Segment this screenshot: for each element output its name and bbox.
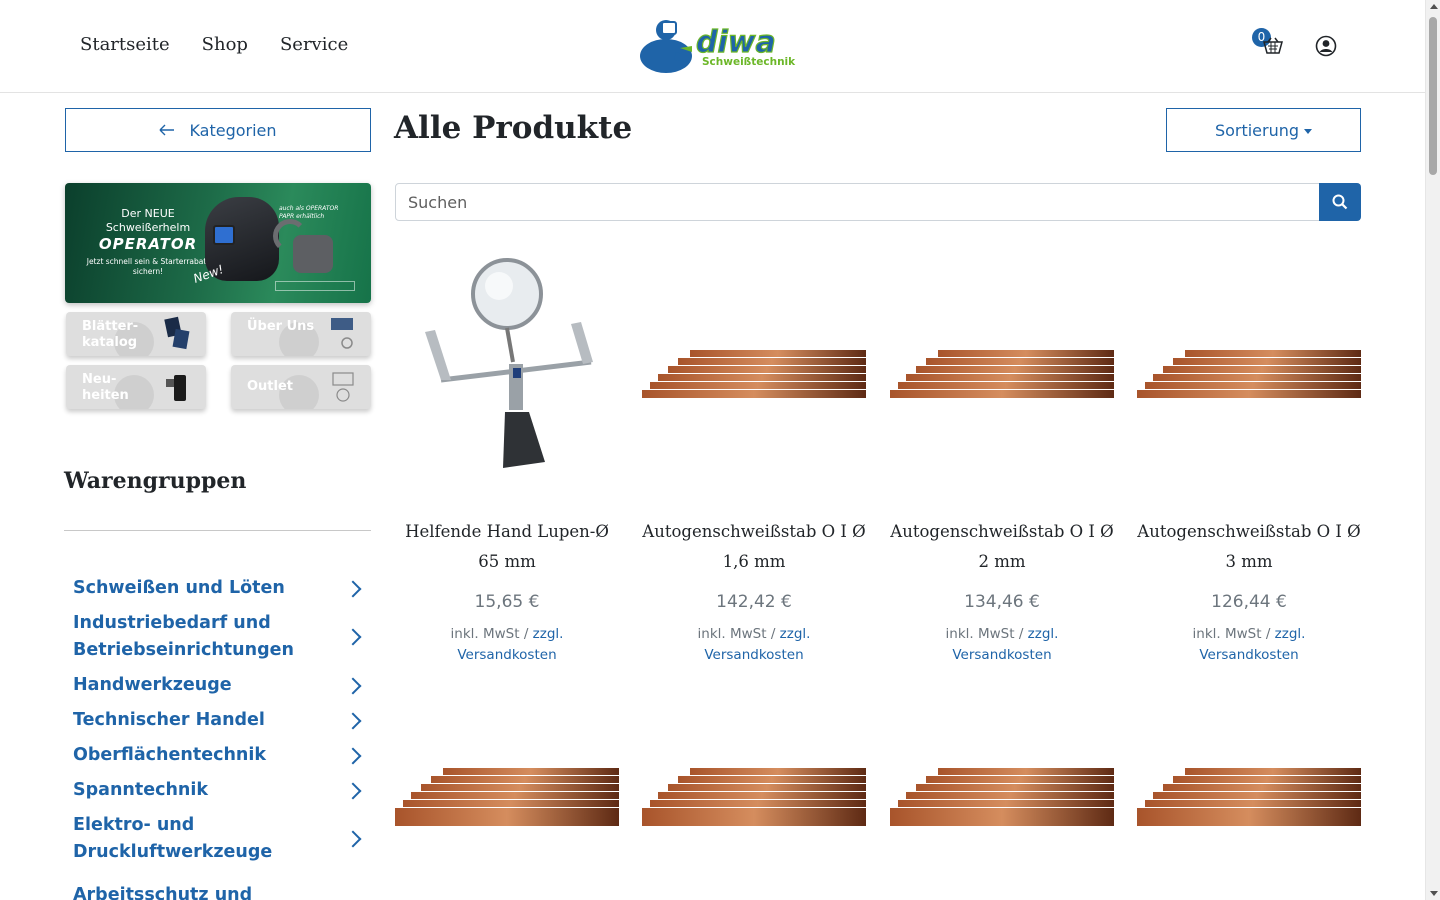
category-label: Schweißen und Löten <box>73 578 285 598</box>
category-item[interactable]: Oberflächentechnik <box>73 742 368 769</box>
copper-rods-image <box>642 350 866 398</box>
category-item[interactable]: Schweißen und Löten <box>73 575 368 602</box>
category-item[interactable]: Arbeitsschutz und <box>73 874 368 900</box>
copper-rods-image[interactable] <box>1137 768 1361 828</box>
copper-rods-image <box>1137 350 1361 398</box>
product-price: 142,42 € <box>716 592 792 612</box>
category-item[interactable]: Industriebedarf und Betriebseinrichtunge… <box>73 610 368 664</box>
page-scrollbar[interactable] <box>1425 0 1440 900</box>
helmet-visor <box>213 225 235 245</box>
cart-icon <box>1263 37 1283 54</box>
tile-blaetterkatalog[interactable]: Blätter-katalog <box>66 312 206 356</box>
caret-down-icon <box>1304 128 1313 134</box>
category-label: Technischer Handel <box>73 710 265 730</box>
shipping-link[interactable]: zzgl. <box>780 626 811 642</box>
category-label: Arbeitsschutz und <box>73 884 253 900</box>
category-section-title: Warengruppen <box>64 468 247 494</box>
category-label: Elektro- und Druckluftwerkzeuge <box>73 815 273 862</box>
scroll-up-arrow-icon[interactable] <box>1430 4 1438 9</box>
shipping-link[interactable]: Versandkosten <box>457 647 556 663</box>
chevron-right-icon <box>344 712 362 729</box>
product-tax-note: inkl. MwSt / zzgl. Versandkosten <box>1192 626 1306 663</box>
category-item[interactable]: Technischer Handel <box>73 707 368 734</box>
scrollbar-thumb[interactable] <box>1429 17 1437 175</box>
copper-rods-image[interactable] <box>890 768 1114 828</box>
product-price: 126,44 € <box>1211 592 1287 612</box>
category-label: Industriebedarf und Betriebseinrichtunge… <box>73 613 294 660</box>
shipping-link[interactable]: Versandkosten <box>952 647 1051 663</box>
outlet-icon <box>332 372 354 402</box>
shipping-link[interactable]: Versandkosten <box>704 647 803 663</box>
category-item[interactable]: Spanntechnik <box>73 777 368 804</box>
search-input[interactable] <box>395 183 1320 221</box>
logo-subtitle: Schweißtechnik <box>702 56 796 68</box>
scroll-down-arrow-icon[interactable] <box>1430 891 1438 896</box>
section-divider <box>64 530 371 531</box>
category-item[interactable]: Handwerkzeuge <box>73 672 368 699</box>
team-icon <box>331 318 353 349</box>
site-header: Startseite Shop Service diwa Schweißtech… <box>0 0 1425 93</box>
tile-label: Neu-heiten <box>82 372 129 403</box>
product-name[interactable]: Autogenschweißstab O I Ø 1,6 mm <box>642 517 866 577</box>
chevron-right-icon <box>344 747 362 764</box>
third-hand-magnifier-image <box>425 258 593 468</box>
chevron-right-icon <box>344 580 362 597</box>
category-item[interactable]: Elektro- und Druckluftwerkzeuge <box>73 812 368 866</box>
category-label: Oberflächentechnik <box>73 745 267 765</box>
categories-button[interactable]: Kategorien <box>65 108 371 152</box>
catalog-icon <box>164 316 190 350</box>
product-name[interactable]: Helfende Hand Lupen-Ø 65 mm <box>395 517 619 577</box>
chevron-right-icon <box>344 628 362 646</box>
shipping-link[interactable]: zzgl. <box>533 626 564 642</box>
search-icon <box>1332 194 1348 210</box>
copper-rods-image[interactable] <box>395 768 619 828</box>
product-name[interactable]: Autogenschweißstab O I Ø 3 mm <box>1137 517 1361 577</box>
tile-ueber-uns[interactable]: Über Uns <box>231 312 371 356</box>
main-nav: Startseite Shop Service <box>64 32 364 58</box>
chevron-right-icon <box>344 677 362 694</box>
tile-neuheiten[interactable]: Neu-heiten <box>66 365 206 409</box>
chevron-right-icon <box>344 782 362 799</box>
sort-dropdown[interactable]: Sortierung <box>1166 108 1361 152</box>
tile-label: Blätter-katalog <box>82 319 139 350</box>
banner-side-note: auch als OPERATOR PAPR erhältlich <box>279 205 339 220</box>
copper-rods-image[interactable] <box>642 768 866 828</box>
copper-rods-image <box>890 350 1114 398</box>
product-name[interactable]: Autogenschweißstab O I Ø 2 mm <box>890 517 1114 577</box>
cart-button[interactable]: 0 <box>1252 28 1286 58</box>
svg-text:diwa: diwa <box>696 25 776 60</box>
shipping-link[interactable]: Versandkosten <box>1199 647 1298 663</box>
tile-outlet[interactable]: Outlet <box>231 365 371 409</box>
nav-shop[interactable]: Shop <box>186 32 264 58</box>
nav-startseite[interactable]: Startseite <box>64 32 186 58</box>
banner-brand: OPERATOR <box>98 235 198 253</box>
papr-unit-image <box>293 235 333 273</box>
shipping-link[interactable]: zzgl. <box>1275 626 1306 642</box>
product-price: 134,46 € <box>964 592 1040 612</box>
sort-label: Sortierung <box>1214 120 1300 140</box>
product-tax-note: inkl. MwSt / zzgl. Versandkosten <box>945 626 1059 663</box>
chevron-right-icon <box>344 830 362 848</box>
shipping-link[interactable]: zzgl. <box>1028 626 1059 642</box>
user-icon[interactable] <box>1315 35 1337 57</box>
product-tax-note: inkl. MwSt / zzgl. Versandkosten <box>697 626 811 663</box>
tile-label: Outlet <box>247 379 294 394</box>
arrow-left-icon <box>159 121 175 140</box>
tile-label: Über Uns <box>247 319 315 334</box>
product-tax-note: inkl. MwSt / zzgl. Versandkosten <box>450 626 564 663</box>
nav-service[interactable]: Service <box>264 32 364 58</box>
page-title: Alle Produkte <box>394 110 633 146</box>
category-label: Spanntechnik <box>73 780 209 800</box>
category-label: Handwerkzeuge <box>73 675 232 695</box>
banner-headline: Der NEUE Schweißerhelm <box>105 207 191 234</box>
diwa-logo[interactable]: diwa Schweißtechnik <box>640 18 795 74</box>
banner-feature-icons <box>275 281 355 291</box>
new-products-icon <box>166 375 186 401</box>
product-price: 15,65 € <box>474 592 540 612</box>
promo-banner-operator[interactable]: Der NEUE Schweißerhelm OPERATOR Jetzt sc… <box>65 183 371 303</box>
categories-button-label: Kategorien <box>189 120 277 140</box>
search-button[interactable] <box>1319 183 1361 221</box>
